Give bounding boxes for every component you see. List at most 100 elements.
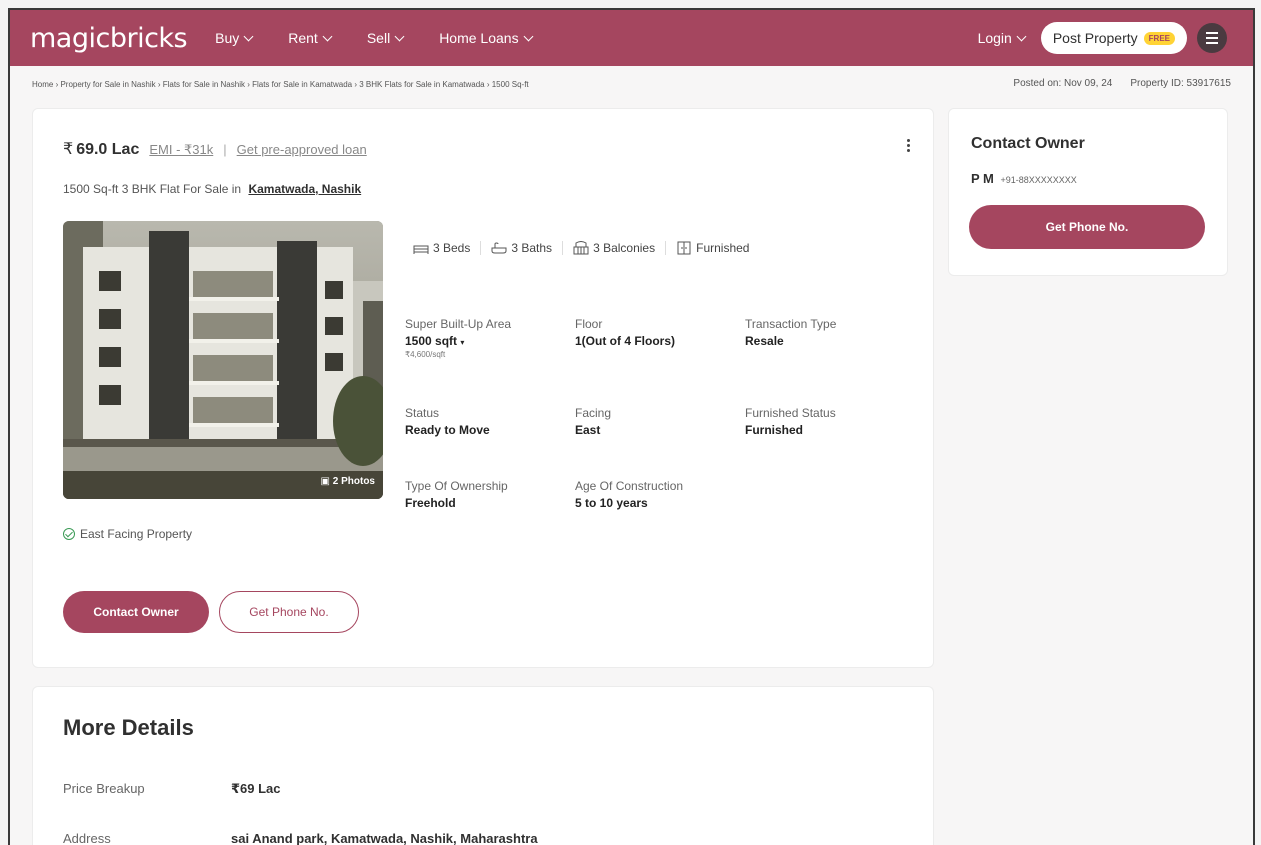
spec-floor: Floor 1(Out of 4 Floors) <box>575 317 675 348</box>
owner-phone: +91-88XXXXXXXX <box>1000 175 1077 185</box>
property-photo[interactable]: ▣ 2 Photos <box>63 221 383 499</box>
contact-owner-card: Contact Owner P M +91-88XXXXXXXX Get Pho… <box>948 108 1228 276</box>
price-value: 69.0 Lac <box>76 141 140 158</box>
baths-label: 3 Baths <box>511 241 553 255</box>
spec-ownership: Type Of Ownership Freehold <box>405 479 508 510</box>
spec-value: East <box>575 423 601 437</box>
wardrobe-icon <box>677 241 691 255</box>
nav-sell-label: Sell <box>366 30 391 46</box>
amenity-summary: 3 Beds 3 Baths 3 Balconies Furnished <box>413 241 759 255</box>
more-details-card: More Details Price Breakup ₹69 Lac Addre… <box>32 686 934 845</box>
posting-info: Posted on: Nov 09, 24 Property ID: 539176… <box>995 78 1231 89</box>
chevron-down-icon <box>243 31 254 41</box>
spec-label: Furnished Status <box>745 406 836 420</box>
detail-label: Price Breakup <box>63 781 145 796</box>
listing-subtitle-text: 1500 Sq-ft 3 BHK Flat For Sale in <box>63 182 242 196</box>
hamburger-menu-icon[interactable] <box>1197 23 1227 53</box>
nav-rent[interactable]: Rent <box>288 30 333 46</box>
nav-home-loans-label: Home Loans <box>439 30 519 46</box>
address-row: Address sai Anand park, Kamatwada, Nashi… <box>63 831 538 845</box>
chevron-down-icon <box>394 31 405 41</box>
furnished-label: Furnished <box>696 241 750 255</box>
login-label: Login <box>977 30 1012 46</box>
property-id: Property ID: 53917615 <box>1130 78 1231 89</box>
post-property-label: Post Property <box>1052 30 1138 46</box>
breadcrumb[interactable]: Home › Property for Sale in Nashik › Fla… <box>32 80 529 89</box>
unit-dropdown-icon[interactable]: ▾ <box>460 338 464 347</box>
side-get-phone-button[interactable]: Get Phone No. <box>969 205 1205 249</box>
spec-value: Furnished <box>745 423 804 437</box>
bed-icon <box>413 245 429 254</box>
chevron-down-icon <box>322 31 333 41</box>
spec-value[interactable]: 1500 sqft ▾ <box>405 334 511 348</box>
spec-label: Status <box>405 406 440 420</box>
nav-buy[interactable]: Buy <box>215 30 254 46</box>
spec-value: Resale <box>745 334 784 348</box>
listing-subtitle: 1500 Sq-ft 3 BHK Flat For Sale in Kamatw… <box>63 182 361 196</box>
spec-value: 1(Out of 4 Floors) <box>575 334 675 348</box>
price-row: ₹69.0 Lac EMI - ₹31k | Get pre-approved … <box>63 139 367 159</box>
spec-label: Transaction Type <box>745 317 837 331</box>
nav-home-loans[interactable]: Home Loans <box>439 30 534 46</box>
baths-info: 3 Baths <box>481 241 564 255</box>
divider: | <box>223 142 227 157</box>
listing-price: ₹69.0 Lac <box>63 139 139 159</box>
pre-approved-loan-link[interactable]: Get pre-approved loan <box>237 142 367 157</box>
facing-highlight-text: East Facing Property <box>80 527 193 541</box>
spec-label: Type Of Ownership <box>405 479 508 493</box>
super-area-value: 1500 sqft <box>405 334 458 348</box>
photo-count[interactable]: ▣ 2 Photos <box>321 476 375 487</box>
more-options-icon[interactable] <box>907 137 913 154</box>
price-breakup-row: Price Breakup ₹69 Lac <box>63 781 281 797</box>
breadcrumb-bar: Home › Property for Sale in Nashik › Fla… <box>32 78 1231 94</box>
building-image <box>63 221 383 499</box>
spec-furnished-status: Furnished Status Furnished <box>745 406 836 437</box>
nav-sell[interactable]: Sell <box>366 30 405 46</box>
beds-info: 3 Beds <box>413 241 482 255</box>
spec-value: Ready to Move <box>405 423 490 437</box>
login-menu[interactable]: Login <box>977 30 1027 46</box>
price-per-sqft: ₹4,600/sqft <box>405 350 446 359</box>
chevron-down-icon <box>1016 31 1027 41</box>
rupee-icon: ₹ <box>63 141 74 158</box>
browser-viewport: magicbricks Buy Rent Sell Home Loans Log… <box>8 8 1255 845</box>
spec-value: 5 to 10 years <box>575 496 648 510</box>
spec-label: Facing <box>575 406 612 420</box>
owner-info: P M +91-88XXXXXXXX <box>971 171 1077 186</box>
free-badge: FREE <box>1143 31 1175 45</box>
header-actions: Login Post Property FREE <box>978 22 1227 54</box>
post-property-button[interactable]: Post Property FREE <box>1040 22 1187 54</box>
chevron-down-icon <box>523 31 534 41</box>
owner-name: P M <box>971 171 994 186</box>
location-link[interactable]: Kamatwada, Nashik <box>248 182 361 196</box>
spec-value: Freehold <box>405 496 456 510</box>
emi-link[interactable]: EMI - ₹31k <box>149 142 213 158</box>
listing-actions: Contact Owner Get Phone No. <box>63 591 359 633</box>
get-phone-button[interactable]: Get Phone No. <box>219 591 359 633</box>
posted-date: Posted on: Nov 09, 24 <box>1013 78 1113 89</box>
more-details-title: More Details <box>63 715 194 740</box>
check-circle-icon <box>63 528 75 540</box>
balconies-info: 3 Balconies <box>563 241 667 255</box>
contact-card-title: Contact Owner <box>971 135 1085 152</box>
spec-super-area: Super Built-Up Area 1500 sqft ▾ ₹4,600/s… <box>405 317 511 359</box>
spec-transaction-type: Transaction Type Resale <box>745 317 836 348</box>
facing-highlight: East Facing Property <box>63 527 192 541</box>
nav-rent-label: Rent <box>288 30 318 46</box>
spec-facing: Facing East <box>575 406 611 437</box>
detail-label: Address <box>63 831 111 845</box>
balconies-label: 3 Balconies <box>593 241 656 255</box>
detail-value: sai Anand park, Kamatwada, Nashik, Mahar… <box>231 831 538 845</box>
spec-label: Floor <box>575 317 603 331</box>
detail-value: ₹69 Lac <box>231 781 281 796</box>
spec-label: Age Of Construction <box>575 479 684 493</box>
contact-owner-button[interactable]: Contact Owner <box>63 591 209 633</box>
spec-label: Super Built-Up Area <box>405 317 512 331</box>
site-logo[interactable]: magicbricks <box>30 23 188 54</box>
beds-label: 3 Beds <box>433 241 471 255</box>
main-nav: Buy Rent Sell Home Loans <box>215 30 567 46</box>
bathtub-icon <box>491 242 507 254</box>
furnishing-info: Furnished <box>666 241 759 255</box>
nav-buy-label: Buy <box>215 30 240 46</box>
spec-status: Status Ready to Move <box>405 406 490 437</box>
